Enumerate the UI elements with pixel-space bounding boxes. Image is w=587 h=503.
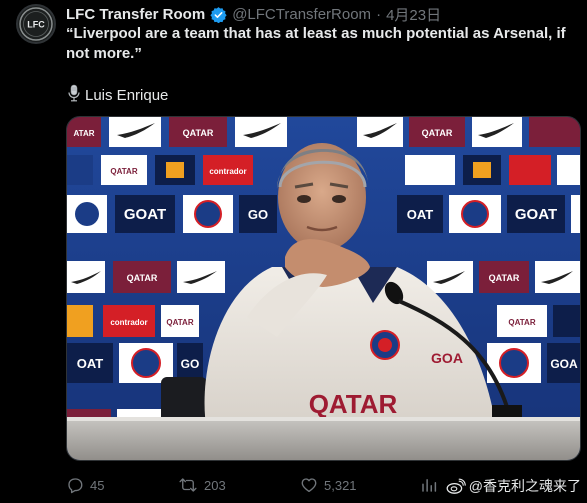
svg-text:OAT: OAT bbox=[77, 356, 104, 371]
reply-button[interactable]: 45 bbox=[66, 476, 104, 494]
svg-text:GOA: GOA bbox=[550, 357, 578, 371]
retweet-button[interactable]: 203 bbox=[178, 476, 226, 494]
speaker-name: Luis Enrique bbox=[85, 87, 169, 104]
author-handle[interactable]: @LFCTransferRoom bbox=[232, 6, 371, 23]
like-button[interactable]: 5,321 bbox=[300, 476, 357, 494]
separator-dot: · bbox=[376, 5, 382, 23]
like-count: 5,321 bbox=[324, 477, 357, 493]
lfc-logo-icon: LFC bbox=[19, 7, 53, 41]
avatar-text: LFC bbox=[27, 20, 45, 30]
svg-text:GO: GO bbox=[248, 207, 268, 222]
views-button[interactable] bbox=[420, 476, 444, 494]
heart-icon bbox=[301, 478, 317, 493]
avatar[interactable]: LFC bbox=[16, 4, 56, 44]
tweet-text: “Liverpool are a team that has at least … bbox=[66, 24, 576, 64]
svg-text:GOAT: GOAT bbox=[124, 206, 166, 223]
svg-text:contrador: contrador bbox=[209, 167, 246, 176]
svg-text:QATAR: QATAR bbox=[183, 128, 214, 138]
svg-text:GOAT: GOAT bbox=[515, 206, 557, 223]
reply-icon bbox=[68, 478, 83, 494]
retweet-icon bbox=[179, 478, 197, 492]
svg-text:QATAR: QATAR bbox=[127, 273, 158, 283]
tweet-photo[interactable]: ATAR QATAR QATAR QATAR contrador GOAT GO… bbox=[66, 116, 581, 461]
press-conference-image: ATAR QATAR QATAR QATAR contrador GOAT GO… bbox=[67, 117, 580, 460]
svg-text:QATAR: QATAR bbox=[110, 167, 137, 176]
svg-text:QATAR: QATAR bbox=[422, 128, 453, 138]
weibo-logo-icon bbox=[446, 478, 466, 494]
microphone-icon bbox=[66, 84, 82, 108]
svg-text:GO: GO bbox=[181, 357, 200, 371]
reply-count: 45 bbox=[90, 477, 105, 493]
speaker-line: Luis Enrique bbox=[66, 84, 168, 108]
views-chart-icon bbox=[422, 479, 437, 492]
svg-text:OAT: OAT bbox=[407, 207, 434, 222]
tweet-header: LFC Transfer Room @LFCTransferRoom · 4月2… bbox=[66, 4, 577, 24]
retweet-count: 203 bbox=[204, 477, 226, 493]
svg-text:QATAR: QATAR bbox=[166, 318, 193, 327]
svg-text:QATAR: QATAR bbox=[508, 318, 535, 327]
author-name[interactable]: LFC Transfer Room bbox=[66, 6, 205, 23]
svg-text:contrador: contrador bbox=[110, 318, 147, 327]
tweet[interactable]: LFC LFC Transfer Room @LFCTransferRoom ·… bbox=[0, 0, 587, 503]
verified-badge-icon bbox=[210, 6, 227, 23]
shirt-sponsor-text: QATAR bbox=[309, 389, 398, 419]
svg-text:ATAR: ATAR bbox=[73, 129, 94, 138]
watermark-text: @香克利之魂来了 bbox=[468, 478, 581, 494]
sleeve-text: GOA bbox=[431, 350, 463, 366]
svg-text:QATAR: QATAR bbox=[489, 273, 520, 283]
quote-text: “Liverpool are a team that has at least … bbox=[66, 25, 566, 62]
tweet-date[interactable]: 4月23日 bbox=[386, 4, 441, 25]
weibo-watermark: @香克利之魂来了 bbox=[446, 476, 581, 496]
